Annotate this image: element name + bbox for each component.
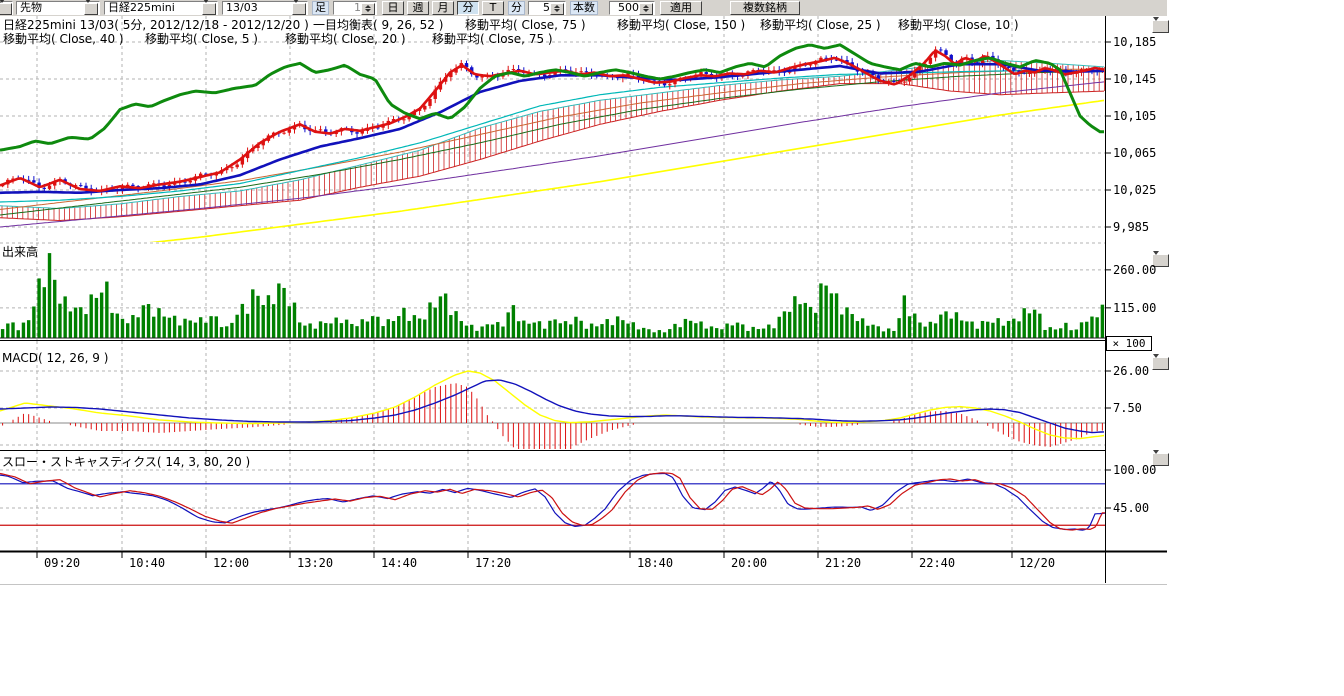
chevron-down-icon xyxy=(1153,17,1159,35)
volume-multiplier-badge: × 100 xyxy=(1106,336,1152,351)
stochastics-series xyxy=(0,473,1105,530)
legend-ma-150: 移動平均( Close, 150 ) xyxy=(617,19,745,32)
macd-axis-label: 7.50 xyxy=(1113,401,1142,415)
spinner-icon[interactable] xyxy=(550,3,564,15)
macd-series xyxy=(0,371,1105,460)
price-axis-label: 10,145 xyxy=(1113,72,1156,86)
symbol-combobox[interactable]: 日経225mini xyxy=(104,1,218,15)
count-stepper[interactable]: 500 xyxy=(609,1,655,15)
price-axis-label: 10,065 xyxy=(1113,146,1156,160)
macd-axis-label: 26.00 xyxy=(1113,364,1149,378)
chevron-down-icon[interactable] xyxy=(202,3,216,15)
legend-ma-10: 移動平均( Close, 10 ) xyxy=(898,19,1019,32)
chevron-down-icon[interactable] xyxy=(84,3,98,15)
spinner-icon[interactable] xyxy=(361,3,375,15)
price-axis-label: 10,025 xyxy=(1113,183,1156,197)
bar-label: 足 xyxy=(312,1,329,15)
minute-label: 分 xyxy=(508,1,525,15)
borders xyxy=(0,16,1167,585)
volume-series xyxy=(1,253,1104,338)
minute-stepper[interactable]: 5 xyxy=(528,1,566,15)
volume-axis-label: 260.00 xyxy=(1113,263,1156,277)
time-axis-label: 10:40 xyxy=(129,556,165,570)
category-combobox[interactable]: 先物 xyxy=(16,1,100,15)
time-axis-label: 13:20 xyxy=(297,556,333,570)
legend-ma-5: 移動平均( Close, 5 ) xyxy=(145,33,258,46)
chart-application-window: 先物 日経225mini 13/03 足 1 日 週 月 分 T 分 5 本数 … xyxy=(0,0,1344,696)
volume-pane-label: 出来高 xyxy=(2,246,38,259)
moving-averages xyxy=(0,69,1104,258)
prev-combo-button[interactable] xyxy=(0,1,13,15)
count-label: 本数 xyxy=(570,1,598,15)
macd-pane-menu-button[interactable] xyxy=(1152,357,1169,370)
price-axis-label: 10,105 xyxy=(1113,109,1156,123)
period-tick-button[interactable]: T xyxy=(482,1,504,15)
legend-ma-25: 移動平均( Close, 25 ) xyxy=(760,19,881,32)
bar-count-stepper[interactable]: 1 xyxy=(333,1,377,15)
time-axis-label: 09:20 xyxy=(44,556,80,570)
time-axis-label: 20:00 xyxy=(731,556,767,570)
time-axis-label: 12:00 xyxy=(213,556,249,570)
macd-pane-label: MACD( 12, 26, 9 ) xyxy=(2,352,108,365)
stoch-pane-label: スロー・ストキャスティクス( 14, 3, 80, 20 ) xyxy=(2,456,250,469)
legend-ma-20: 移動平均( Close, 20 ) xyxy=(285,33,406,46)
legend-ichimoku: 一目均衡表( 9, 26, 52 ) xyxy=(313,19,443,32)
stoch-axis-label: 100.00 xyxy=(1113,463,1156,477)
multi-symbol-button[interactable]: 複数銘柄 xyxy=(730,1,800,15)
time-axis-label: 17:20 xyxy=(475,556,511,570)
stoch-axis-label: 45.00 xyxy=(1113,501,1149,515)
chevron-down-icon[interactable] xyxy=(0,3,12,15)
legend-ma-75b: 移動平均( Close, 75 ) xyxy=(432,33,553,46)
chevron-down-icon xyxy=(1153,354,1159,372)
count-value: 500 xyxy=(618,1,639,14)
contract-month-combobox[interactable]: 13/03 xyxy=(222,1,308,15)
time-axis-label: 18:40 xyxy=(637,556,673,570)
minute-value: 5 xyxy=(543,1,550,14)
legend-ma-40: 移動平均( Close, 40 ) xyxy=(3,33,124,46)
toolbar: 先物 日経225mini 13/03 足 1 日 週 月 分 T 分 5 本数 … xyxy=(0,0,1167,16)
price-axis-label: 10,185 xyxy=(1113,35,1156,49)
ichimoku-cloud xyxy=(0,61,1104,221)
period-month-button[interactable]: 月 xyxy=(432,1,454,15)
chevron-down-icon[interactable] xyxy=(292,3,306,15)
legend-ma-75: 移動平均( Close, 75 ) xyxy=(465,19,586,32)
volume-axis-label: 115.00 xyxy=(1113,301,1156,315)
time-axis-label: 21:20 xyxy=(825,556,861,570)
bar-count-value: 1 xyxy=(354,1,361,14)
spinner-icon[interactable] xyxy=(639,3,653,15)
period-week-button[interactable]: 週 xyxy=(407,1,429,15)
period-minute-button[interactable]: 分 xyxy=(457,1,479,15)
period-day-button[interactable]: 日 xyxy=(382,1,404,15)
legend-symbol-title: 日経225mini 13/03( 5分, 2012/12/18 - 2012/1… xyxy=(3,19,309,32)
time-axis-label: 14:40 xyxy=(381,556,417,570)
apply-button[interactable]: 適用 xyxy=(660,1,702,15)
gridlines xyxy=(0,16,1105,551)
contract-month-value: 13/03 xyxy=(226,1,258,14)
symbol-value: 日経225mini xyxy=(108,1,175,14)
time-axis-label: 22:40 xyxy=(919,556,955,570)
category-value: 先物 xyxy=(20,1,42,14)
time-axis-label: 12/20 xyxy=(1019,556,1055,570)
price-pane-menu-button[interactable] xyxy=(1152,20,1169,33)
price-axis-label: 9,985 xyxy=(1113,220,1149,234)
